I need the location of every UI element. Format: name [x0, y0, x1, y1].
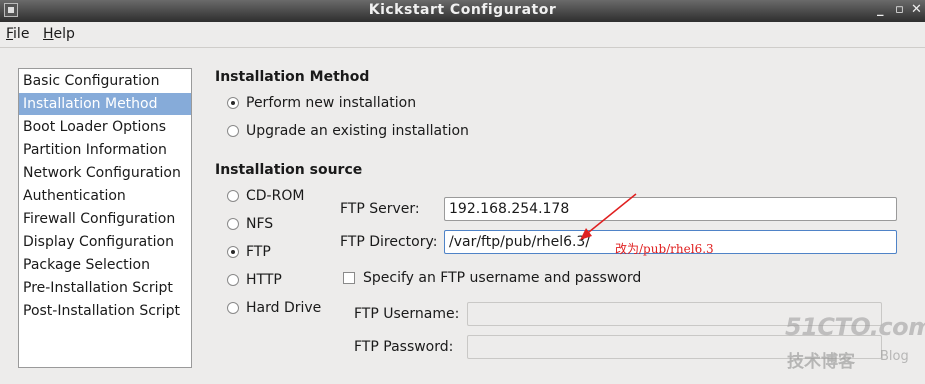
watermark-subtitle: 技术博客	[787, 352, 855, 372]
radio-indicator[interactable]	[227, 218, 239, 230]
menu-help[interactable]: Help	[43, 26, 75, 42]
sidebar-item-firewall-configuration[interactable]: Firewall Configuration	[19, 208, 191, 230]
menu-bar: File Help	[0, 22, 925, 48]
radio-label: NFS	[246, 216, 274, 232]
ftp-server-input[interactable]	[444, 197, 897, 221]
radio-label: Hard Drive	[246, 300, 322, 316]
ftp-auth-checkbox-label: Specify an FTP username and password	[363, 270, 642, 286]
watermark-blog: Blog	[880, 349, 909, 364]
close-button[interactable]: ✕	[911, 2, 922, 17]
annotation-text: 改为/pub/rhel6.3	[615, 242, 714, 256]
ftp-username-label: FTP Username:	[354, 306, 460, 322]
sidebar: Basic Configuration Installation Method …	[18, 68, 192, 368]
watermark-brand: 51CTO.com	[785, 313, 925, 341]
sidebar-item-package-selection[interactable]: Package Selection	[19, 254, 191, 276]
radio-label: Upgrade an existing installation	[246, 123, 469, 139]
sidebar-item-pre-installation-script[interactable]: Pre-Installation Script	[19, 277, 191, 299]
radio-indicator[interactable]	[227, 246, 239, 258]
menu-file[interactable]: File	[6, 26, 29, 42]
sidebar-item-post-installation-script[interactable]: Post-Installation Script	[19, 300, 191, 322]
sidebar-item-authentication[interactable]: Authentication	[19, 185, 191, 207]
radio-label: HTTP	[246, 272, 282, 288]
minimize-button[interactable]: _	[877, 2, 884, 17]
radio-indicator[interactable]	[227, 190, 239, 202]
sidebar-item-display-configuration[interactable]: Display Configuration	[19, 231, 191, 253]
radio-indicator[interactable]	[227, 97, 239, 109]
radio-indicator[interactable]	[227, 274, 239, 286]
ftp-password-label: FTP Password:	[354, 339, 454, 355]
title-bar: Kickstart Configurator _ ▫ ✕	[0, 0, 925, 22]
radio-indicator[interactable]	[227, 302, 239, 314]
sidebar-item-basic-configuration[interactable]: Basic Configuration	[19, 70, 191, 92]
maximize-button[interactable]: ▫	[895, 2, 904, 17]
ftp-directory-label: FTP Directory:	[340, 234, 438, 250]
window-title: Kickstart Configurator	[368, 2, 557, 18]
radio-label: CD-ROM	[246, 188, 305, 204]
radio-label: Perform new installation	[246, 95, 417, 111]
sidebar-item-installation-method[interactable]: Installation Method	[19, 93, 191, 115]
sidebar-item-network-configuration[interactable]: Network Configuration	[19, 162, 191, 184]
installation-source-heading: Installation source	[215, 162, 363, 178]
sidebar-item-boot-loader-options[interactable]: Boot Loader Options	[19, 116, 191, 138]
installation-method-heading: Installation Method	[215, 69, 370, 85]
watermark-logo: 51CTO.com 技术博客 Blog	[785, 313, 925, 373]
ftp-auth-checkbox[interactable]	[343, 272, 355, 284]
radio-indicator[interactable]	[227, 125, 239, 137]
sidebar-item-partition-information[interactable]: Partition Information	[19, 139, 191, 161]
radio-label: FTP	[246, 244, 271, 260]
ftp-server-label: FTP Server:	[340, 201, 420, 217]
